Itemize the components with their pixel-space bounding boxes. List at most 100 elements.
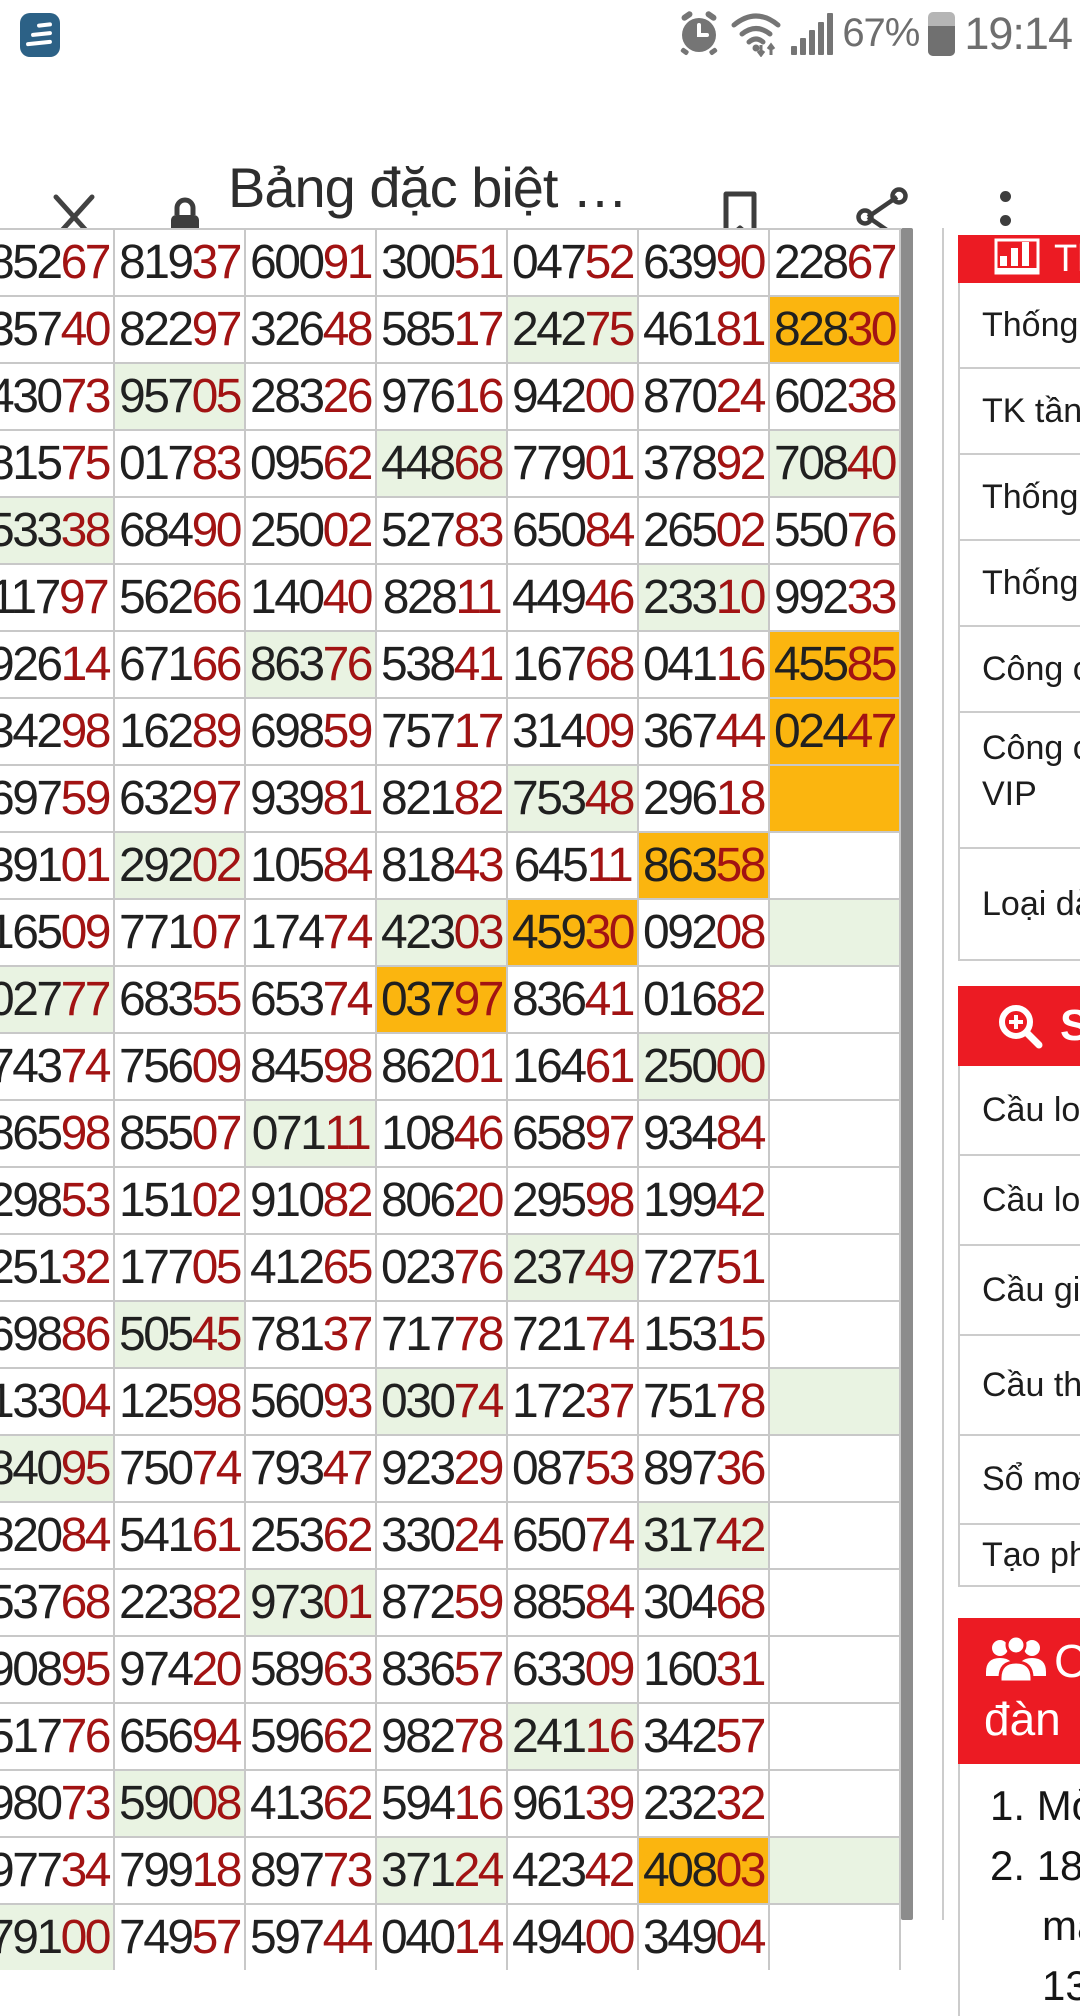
sidebar-soicau-menu: Cầu lotoCầu loto Cầu giải Cầu theSổ mơ Tạo … <box>958 1066 1080 1587</box>
table-cell <box>770 1570 899 1635</box>
forum-thread-list: 1. Mở2. 188ma13/ <box>960 1764 1080 2016</box>
table-cell: 59416 <box>377 1771 506 1836</box>
table-cell: 44946 <box>508 565 637 630</box>
table-cell: 04116 <box>639 632 768 697</box>
table-cell: 40803 <box>639 1838 768 1903</box>
table-cell: 81575 <box>0 431 113 496</box>
table-cell: 59662 <box>246 1704 375 1769</box>
sidebar-item-stats-5[interactable]: Công cụ <box>960 625 1080 711</box>
sidebar-forum-header[interactable]: Ca đàn <box>958 1618 1080 1764</box>
table-cell: 53841 <box>377 632 506 697</box>
table-cell: 75178 <box>639 1369 768 1434</box>
table-cell <box>770 1101 899 1166</box>
table-cell <box>770 1235 899 1300</box>
sidebar-item-stats-3[interactable]: Thống k <box>960 453 1080 539</box>
table-cell: 79100 <box>0 1905 113 1970</box>
sidebar-soicau-header-label: So <box>1060 1001 1080 1051</box>
status-bar: 67% 19:14 <box>0 0 1080 67</box>
table-cell: 16509 <box>0 900 113 965</box>
sidebar-stats-header-label: Th <box>1054 238 1080 281</box>
table-cell: 74374 <box>0 1034 113 1099</box>
table-cell: 99233 <box>770 565 899 630</box>
table-cell: 02376 <box>377 1235 506 1300</box>
table-cell: 28326 <box>246 364 375 429</box>
table-cell: 84598 <box>246 1034 375 1099</box>
sidebar-item-soicau-6[interactable]: Tạo phô <box>960 1523 1080 1585</box>
table-cell: 31409 <box>508 699 637 764</box>
table-cell <box>770 1704 899 1769</box>
table-cell: 75348 <box>508 766 637 831</box>
table-cell: 46181 <box>639 297 768 362</box>
table-cell: 45585 <box>770 632 899 697</box>
sidebar-soicau-header[interactable]: So <box>958 986 1080 1066</box>
sidebar-forum-header-line2: đàn <box>984 1690 1080 1748</box>
search-plus-icon <box>994 1000 1046 1052</box>
content-divider <box>942 228 944 1920</box>
table-cell: 97420 <box>115 1637 244 1702</box>
forum-thread-line-4[interactable]: 13/ <box>990 1956 1080 2016</box>
menu-item-label: Tạo phô <box>982 1536 1080 1575</box>
sidebar-item-stats-4[interactable]: Thống k <box>960 539 1080 625</box>
table-cell: 87259 <box>377 1570 506 1635</box>
table-cell: 26502 <box>639 498 768 563</box>
table-cell: 72751 <box>639 1235 768 1300</box>
sidebar-forum-header-line1: Ca <box>1054 1632 1080 1690</box>
notification-list-icon <box>20 13 60 57</box>
table-cell: 85267 <box>0 230 113 295</box>
menu-item-label: Loại dàn <box>982 885 1080 924</box>
table-cell: 58517 <box>377 297 506 362</box>
table-cell <box>770 1637 899 1702</box>
table-cell: 25000 <box>639 1034 768 1099</box>
table-cell: 79918 <box>115 1838 244 1903</box>
table-cell: 19942 <box>639 1168 768 1233</box>
sidebar-item-soicau-5[interactable]: Sổ mơ <box>960 1434 1080 1523</box>
sidebar-stats-header[interactable]: Th <box>958 235 1080 283</box>
table-cell: 29202 <box>115 833 244 898</box>
signal-icon <box>791 13 833 55</box>
table-cell <box>770 1168 899 1233</box>
table-cell: 02447 <box>770 699 899 764</box>
table-cell: 22382 <box>115 1570 244 1635</box>
table-cell: 23232 <box>639 1771 768 1836</box>
alarm-icon <box>677 11 721 57</box>
table-cell: 84095 <box>0 1436 113 1501</box>
sidebar-item-stats-6[interactable]: Công cụ VIP <box>960 711 1080 847</box>
table-cell: 10584 <box>246 833 375 898</box>
users-icon <box>984 1636 1048 1686</box>
sidebar-item-stats-2[interactable]: TK tần s <box>960 367 1080 453</box>
table-cell <box>770 1503 899 1568</box>
table-cell: 23749 <box>508 1235 637 1300</box>
forum-thread-line-1[interactable]: 1. Mở <box>990 1776 1080 1836</box>
table-cell: 23310 <box>639 565 768 630</box>
table-cell: 53768 <box>0 1570 113 1635</box>
table-cell: 01682 <box>639 967 768 1032</box>
sidebar-item-soicau-2[interactable]: Cầu loto <box>960 1154 1080 1244</box>
table-cell: 72174 <box>508 1302 637 1367</box>
table-cell: 29598 <box>508 1168 637 1233</box>
sidebar-forum-list-card: 1. Mở2. 188ma13/ <box>958 1764 1080 2016</box>
sidebar-item-stats-7[interactable]: Loại dàn <box>960 847 1080 959</box>
table-cell: 65084 <box>508 498 637 563</box>
menu-item-label: Thống k <box>982 306 1080 345</box>
table-cell: 35740 <box>0 297 113 362</box>
forum-thread-line-3[interactable]: ma <box>990 1896 1080 1956</box>
sidebar-item-soicau-1[interactable]: Cầu loto <box>960 1066 1080 1154</box>
menu-item-label: Cầu giải <box>982 1271 1080 1310</box>
table-cell: 16768 <box>508 632 637 697</box>
table-cell: 24275 <box>508 297 637 362</box>
table-cell: 02777 <box>0 967 113 1032</box>
table-cell: 16461 <box>508 1034 637 1099</box>
table-cell: 68355 <box>115 967 244 1032</box>
sidebar-item-soicau-4[interactable]: Cầu the <box>960 1334 1080 1434</box>
sidebar-item-stats-1[interactable]: Thống k <box>960 283 1080 367</box>
table-cell: 86598 <box>0 1101 113 1166</box>
table-cell: 63297 <box>115 766 244 831</box>
table-cell <box>770 1771 899 1836</box>
table-cell: 41265 <box>246 1235 375 1300</box>
table-scrollbar[interactable] <box>901 228 913 1920</box>
menu-item-label: Thống k <box>982 564 1080 603</box>
sidebar-item-soicau-3[interactable]: Cầu giải <box>960 1244 1080 1334</box>
forum-thread-line-2[interactable]: 2. 188 <box>990 1836 1080 1896</box>
table-cell: 83641 <box>508 967 637 1032</box>
chart-bar-icon <box>994 238 1040 280</box>
